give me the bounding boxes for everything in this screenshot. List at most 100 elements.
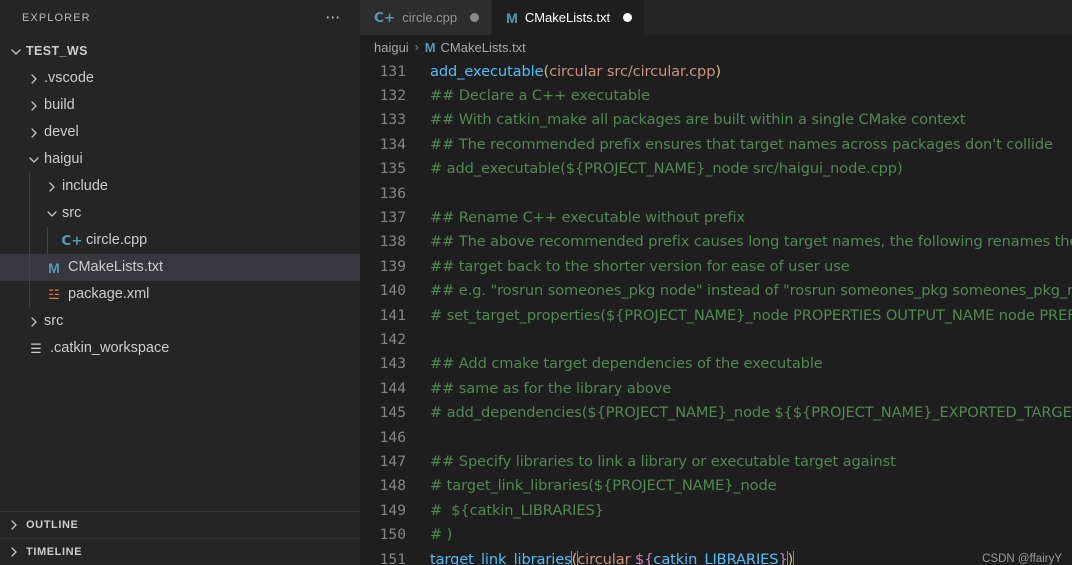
tree-item-label: build <box>44 97 75 113</box>
tree-item-label: devel <box>44 124 79 140</box>
code-line[interactable]: 143 ## Add cmake target dependencies of t… <box>360 352 1072 376</box>
code-line-text: ## e.g. "rosrun someones_pkg node" inste… <box>430 282 1072 299</box>
code-line-text: ## The recommended prefix ensures that t… <box>430 136 1072 153</box>
file-tree-item[interactable]: M CMakeLists.txt <box>0 254 360 281</box>
folder-tree-item[interactable]: include <box>0 173 360 200</box>
line-number: 144 <box>379 379 406 397</box>
tree-item-label: circle.cpp <box>86 232 148 248</box>
folder-tree-item[interactable]: TEST_WS <box>0 38 360 65</box>
code-token: ## target back to the shorter version fo… <box>430 257 850 275</box>
cpp-file-icon: C+ <box>61 232 83 249</box>
code-token: circular <box>577 550 636 565</box>
chevron-right-icon[interactable] <box>26 125 42 141</box>
folder-tree-item[interactable]: devel <box>0 119 360 146</box>
code-token: } <box>778 550 788 565</box>
code-line[interactable]: 141 # set_target_properties(${PROJECT_NAM… <box>360 303 1072 327</box>
code-token: ## With catkin_make all packages are bui… <box>430 111 966 129</box>
explorer-header: EXPLORER ⋯ <box>0 0 360 35</box>
file-tree-item[interactable]: ☰ .catkin_workspace <box>0 335 360 362</box>
code-line[interactable]: 133 ## With catkin_make all packages are … <box>360 108 1072 132</box>
chevron-right-icon[interactable] <box>6 544 22 560</box>
sidebar-section-timeline[interactable]: TIMELINE <box>0 538 360 565</box>
editor-area: C+ circle.cpp M CMakeLists.txt haigui › M C… <box>360 0 1072 565</box>
code-line[interactable]: 136 <box>360 181 1072 205</box>
line-number: 145 <box>379 404 406 422</box>
chevron-right-icon[interactable] <box>26 314 42 330</box>
code-line[interactable]: 149 # ${catkin_LIBRARIES} <box>360 498 1072 522</box>
code-line[interactable]: 144 ## same as for the library above <box>360 376 1072 400</box>
code-line[interactable]: 134 ## The recommended prefix ensures tha… <box>360 132 1072 156</box>
chevron-down-icon[interactable] <box>44 206 60 222</box>
sidebar-sections: OUTLINE TIMELINE <box>0 511 360 565</box>
code-line[interactable]: 138 ## The above recommended prefix cause… <box>360 230 1072 254</box>
code-line[interactable]: 150 # ) <box>360 522 1072 546</box>
code-line[interactable]: 151 target_link_libraries(circular ${catk… <box>360 547 1072 565</box>
code-line[interactable]: 148 # target_link_libraries(${PROJECT_NAM… <box>360 474 1072 498</box>
line-number: 139 <box>379 257 406 275</box>
code-line[interactable]: 137 ## Rename C++ executable without pref… <box>360 205 1072 229</box>
code-line[interactable]: 145 # add_dependencies(${PROJECT_NAME}_no… <box>360 400 1072 424</box>
file-tree[interactable]: TEST_WS .vscode build devel haigui include src… <box>0 35 360 511</box>
code-token: # ) <box>430 526 453 544</box>
code-line-text: ## target back to the shorter version fo… <box>430 258 1072 275</box>
folder-tree-item[interactable]: src <box>0 308 360 335</box>
file-tree-item[interactable]: ☳ package.xml <box>0 281 360 308</box>
code-line[interactable]: 131 add_executable(circular src/circular.… <box>360 59 1072 83</box>
editor-tab[interactable]: C+ circle.cpp <box>360 0 493 35</box>
tree-item-label: CMakeLists.txt <box>68 259 164 275</box>
indent-guide <box>29 227 30 254</box>
line-number: 131 <box>379 62 406 80</box>
tree-item-label: .catkin_workspace <box>50 340 170 356</box>
breadcrumb-folder[interactable]: haigui <box>374 40 409 55</box>
chevron-right-icon[interactable] <box>26 98 42 114</box>
editor-tab-label: circle.cpp <box>402 10 458 25</box>
cmake-file-icon: M <box>506 9 518 26</box>
code-line-text: # ) <box>430 526 1072 543</box>
editor-tab-label: CMakeLists.txt <box>524 10 611 25</box>
vscode-window: EXPLORER ⋯ TEST_WS .vscode build devel haigu… <box>0 0 1072 565</box>
code-token: # add_executable(${PROJECT_NAME}_node sr… <box>430 160 903 178</box>
code-line-text: # set_target_properties(${PROJECT_NAME}_… <box>430 307 1072 324</box>
tree-item-label: src <box>44 313 64 329</box>
code-line[interactable]: 146 <box>360 425 1072 449</box>
chevron-down-icon[interactable] <box>26 152 42 168</box>
folder-tree-item[interactable]: src <box>0 200 360 227</box>
editor-tab[interactable]: M CMakeLists.txt <box>492 0 646 35</box>
unsaved-indicator-icon[interactable] <box>623 13 633 22</box>
code-line-text: ## Rename C++ executable without prefix <box>430 209 1072 226</box>
line-number: 141 <box>379 306 406 324</box>
code-line[interactable]: 142 <box>360 327 1072 351</box>
code-editor[interactable]: 131 add_executable(circular src/circular.… <box>360 59 1072 565</box>
chevron-right-icon[interactable] <box>44 179 60 195</box>
code-line[interactable]: 147 ## Specify libraries to link a librar… <box>360 449 1072 473</box>
breadcrumb-file[interactable]: CMakeLists.txt <box>441 40 526 55</box>
code-token: ## Add cmake target dependencies of the … <box>430 355 823 373</box>
line-number: 147 <box>379 452 406 470</box>
sidebar-section-outline[interactable]: OUTLINE <box>0 511 360 538</box>
code-line-text: ## Add cmake target dependencies of the … <box>430 355 1072 372</box>
folder-tree-item[interactable]: haigui <box>0 146 360 173</box>
line-number: 132 <box>379 87 406 105</box>
chevron-right-icon[interactable] <box>26 71 42 87</box>
unsaved-indicator-icon[interactable] <box>470 13 480 22</box>
tree-item-label: include <box>62 178 108 194</box>
code-line-text: # add_dependencies(${PROJECT_NAME}_node … <box>430 404 1072 421</box>
indent-guide <box>47 227 48 254</box>
ellipsis-icon[interactable]: ⋯ <box>325 10 342 25</box>
file-tree-item[interactable]: C+ circle.cpp <box>0 227 360 254</box>
tree-item-label: src <box>62 205 82 221</box>
code-line[interactable]: 135 # add_executable(${PROJECT_NAME}_node… <box>360 157 1072 181</box>
code-line[interactable]: 132 ## Declare a C++ executable <box>360 83 1072 107</box>
code-line-text: # target_link_libraries(${PROJECT_NAME}_… <box>430 477 1072 494</box>
code-line[interactable]: 140 ## e.g. "rosrun someones_pkg node" in… <box>360 279 1072 303</box>
code-token: # set_target_properties(${PROJECT_NAME}_… <box>430 306 1072 324</box>
chevron-down-icon[interactable] <box>8 44 24 60</box>
folder-tree-item[interactable]: build <box>0 92 360 119</box>
code-line[interactable]: 139 ## target back to the shorter version… <box>360 254 1072 278</box>
folder-tree-item[interactable]: .vscode <box>0 65 360 92</box>
line-number: 148 <box>379 477 406 495</box>
explorer-title: EXPLORER <box>22 11 91 24</box>
breadcrumb[interactable]: haigui › M CMakeLists.txt <box>360 35 1072 59</box>
chevron-right-icon[interactable] <box>6 517 22 533</box>
code-line-text: add_executable(circular src/circular.cpp… <box>430 63 1072 80</box>
